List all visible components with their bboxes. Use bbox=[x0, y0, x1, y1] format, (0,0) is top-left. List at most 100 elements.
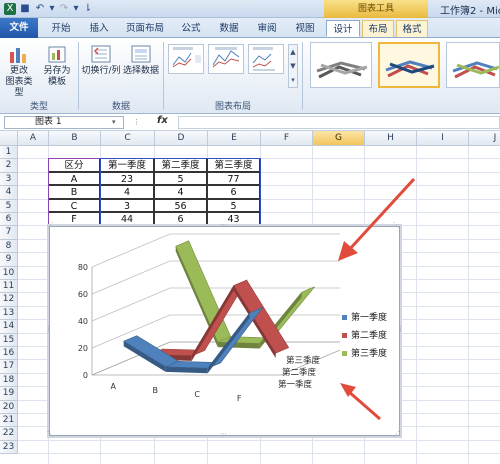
row-header-13[interactable]: 13 bbox=[0, 306, 18, 321]
row-header-6[interactable]: 6 bbox=[0, 213, 18, 227]
formula-input[interactable] bbox=[178, 116, 500, 129]
y-tick-label: 80 bbox=[78, 263, 88, 272]
save-as-template-button[interactable]: 另存为 模板 bbox=[40, 44, 74, 88]
column-header-c[interactable]: C bbox=[101, 131, 155, 146]
row-header-20[interactable]: 20 bbox=[0, 400, 18, 414]
style-preview-icon bbox=[385, 60, 435, 78]
row-header-19[interactable]: 19 bbox=[0, 387, 18, 401]
row-header-12[interactable]: 12 bbox=[0, 293, 18, 307]
depth-axis-ticks: 第三季度第二季度第一季度 bbox=[278, 355, 321, 390]
row-header-11[interactable]: 11 bbox=[0, 280, 18, 294]
depth-tick-label: 第三季度 bbox=[286, 355, 321, 366]
row-header-1[interactable]: 1 bbox=[0, 146, 18, 160]
tab-file[interactable]: 文件 bbox=[0, 18, 38, 38]
row-header-22[interactable]: 22 bbox=[0, 427, 18, 441]
worksheet-grid[interactable]: ABCDEFGHIJ 1 2 3 4 5 6 7 8 9 10 11 12 13 14 15 16 17 18 19… bbox=[0, 131, 500, 464]
depth-tick-label: 第一季度 bbox=[278, 379, 313, 390]
row-header-23[interactable]: 23 bbox=[0, 440, 18, 455]
tab-page-layout[interactable]: 页面布局 bbox=[122, 20, 168, 37]
column-header-b[interactable]: B bbox=[49, 131, 101, 146]
customize-qat-icon[interactable]: ⇂ bbox=[82, 3, 94, 15]
row-gridline bbox=[18, 439, 500, 441]
change-chart-type-button[interactable]: 更改 图表类型 bbox=[2, 44, 36, 99]
resize-handle[interactable]: ⋰ bbox=[393, 430, 400, 438]
row-header-17[interactable]: 17 bbox=[0, 360, 18, 374]
row-header-18[interactable]: 18 bbox=[0, 373, 18, 388]
row-header-3[interactable]: 3 bbox=[0, 172, 18, 187]
column-header-f[interactable]: F bbox=[261, 131, 313, 146]
column-header-g[interactable]: G bbox=[313, 131, 365, 146]
style-preview-icon bbox=[452, 61, 500, 79]
gridline bbox=[91, 233, 340, 268]
tab-format[interactable]: 格式 bbox=[396, 20, 428, 37]
select-data-button[interactable]: 选择数据 bbox=[122, 44, 160, 77]
group-label-type: 类型 bbox=[29, 102, 48, 112]
column-header-e[interactable]: E bbox=[208, 131, 261, 146]
chart-style-1[interactable] bbox=[310, 42, 372, 88]
column-header-i[interactable]: I bbox=[417, 131, 469, 146]
name-box[interactable]: 图表 1 bbox=[4, 116, 124, 129]
y-tick-label: 0 bbox=[83, 371, 88, 380]
column-gridline bbox=[468, 146, 469, 464]
chart-layout-1[interactable] bbox=[168, 44, 204, 74]
row-header-16[interactable]: 16 bbox=[0, 347, 18, 361]
chart-layout-2[interactable] bbox=[208, 44, 244, 74]
select-all-corner[interactable] bbox=[0, 131, 18, 146]
column-header-a[interactable]: A bbox=[18, 131, 49, 146]
range-highlight bbox=[48, 158, 101, 227]
tab-home[interactable]: 开始 bbox=[46, 20, 76, 37]
switch-row-column-button[interactable]: 切换行/列 bbox=[80, 44, 122, 77]
chart-style-3[interactable] bbox=[446, 42, 500, 88]
column-header-h[interactable]: H bbox=[365, 131, 417, 146]
series-ribbon-segment bbox=[175, 240, 232, 343]
tab-insert[interactable]: 插入 bbox=[84, 20, 114, 37]
quick-access-toolbar: X ■ ↶ ▾ ↷ ▾ ⇂ bbox=[4, 2, 94, 15]
row-header-4[interactable]: 4 bbox=[0, 186, 18, 200]
y-tick-label: 40 bbox=[78, 317, 88, 326]
y-tick-label: 60 bbox=[78, 290, 88, 299]
row-header-9[interactable]: 9 bbox=[0, 253, 18, 267]
row-gridline bbox=[18, 453, 500, 455]
y-tick-label: 20 bbox=[78, 344, 88, 353]
tab-layout[interactable]: 布局 bbox=[362, 20, 394, 37]
row-header-7[interactable]: 7 bbox=[0, 226, 18, 240]
column-header-j[interactable]: J bbox=[469, 131, 500, 146]
ribbon: 更改 图表类型 另存为 模板 类型 切换行/列 选择数据 数据 ▲ ▼ ▾ 图表… bbox=[0, 38, 500, 114]
tab-view[interactable]: 视图 bbox=[290, 20, 320, 37]
change-chart-type-label: 更改 图表类型 bbox=[5, 66, 33, 98]
chart-layout-3[interactable] bbox=[248, 44, 284, 74]
x-axis-ticks: A B C F bbox=[110, 382, 241, 403]
group-separator bbox=[163, 42, 164, 110]
undo-icon[interactable]: ↶ bbox=[34, 3, 46, 15]
row-header-5[interactable]: 5 bbox=[0, 199, 18, 213]
formula-bar-dots-icon: ⋮ bbox=[133, 118, 140, 126]
select-data-label: 选择数据 bbox=[122, 66, 159, 76]
group-label-chart-layout: 图表布局 bbox=[214, 102, 251, 112]
y-axis-ticks: 0 20 40 60 80 bbox=[78, 263, 88, 380]
insert-function-button[interactable]: fx bbox=[157, 115, 168, 126]
tab-review[interactable]: 审阅 bbox=[252, 20, 282, 37]
chart-style-2[interactable] bbox=[378, 42, 440, 88]
style-preview-icon bbox=[316, 61, 368, 79]
redo-icon[interactable]: ↷ bbox=[58, 3, 70, 15]
row-header-15[interactable]: 15 bbox=[0, 333, 18, 347]
row-header-21[interactable]: 21 bbox=[0, 414, 18, 428]
select-data-icon bbox=[131, 45, 151, 63]
column-header-d[interactable]: D bbox=[155, 131, 208, 146]
layout-gallery-scroll[interactable]: ▲ ▼ ▾ bbox=[288, 44, 298, 88]
name-box-dropdown-icon[interactable]: ▾ bbox=[112, 118, 116, 126]
x-tick-label: F bbox=[237, 394, 242, 403]
row-header-8[interactable]: 8 bbox=[0, 239, 18, 254]
row-header-2[interactable]: 2 bbox=[0, 159, 18, 173]
annotation-arrows bbox=[338, 177, 416, 421]
save-icon[interactable]: ■ bbox=[19, 3, 31, 15]
dropdown-icon[interactable]: ▾ bbox=[73, 3, 79, 15]
tab-formulas[interactable]: 公式 bbox=[176, 20, 206, 37]
red-arrow-icon bbox=[338, 177, 416, 261]
range-highlight bbox=[100, 158, 261, 227]
dropdown-icon[interactable]: ▾ bbox=[49, 3, 55, 15]
tab-design[interactable]: 设计 bbox=[326, 20, 360, 37]
row-header-14[interactable]: 14 bbox=[0, 320, 18, 334]
row-header-10[interactable]: 10 bbox=[0, 266, 18, 280]
tab-data[interactable]: 数据 bbox=[214, 20, 244, 37]
